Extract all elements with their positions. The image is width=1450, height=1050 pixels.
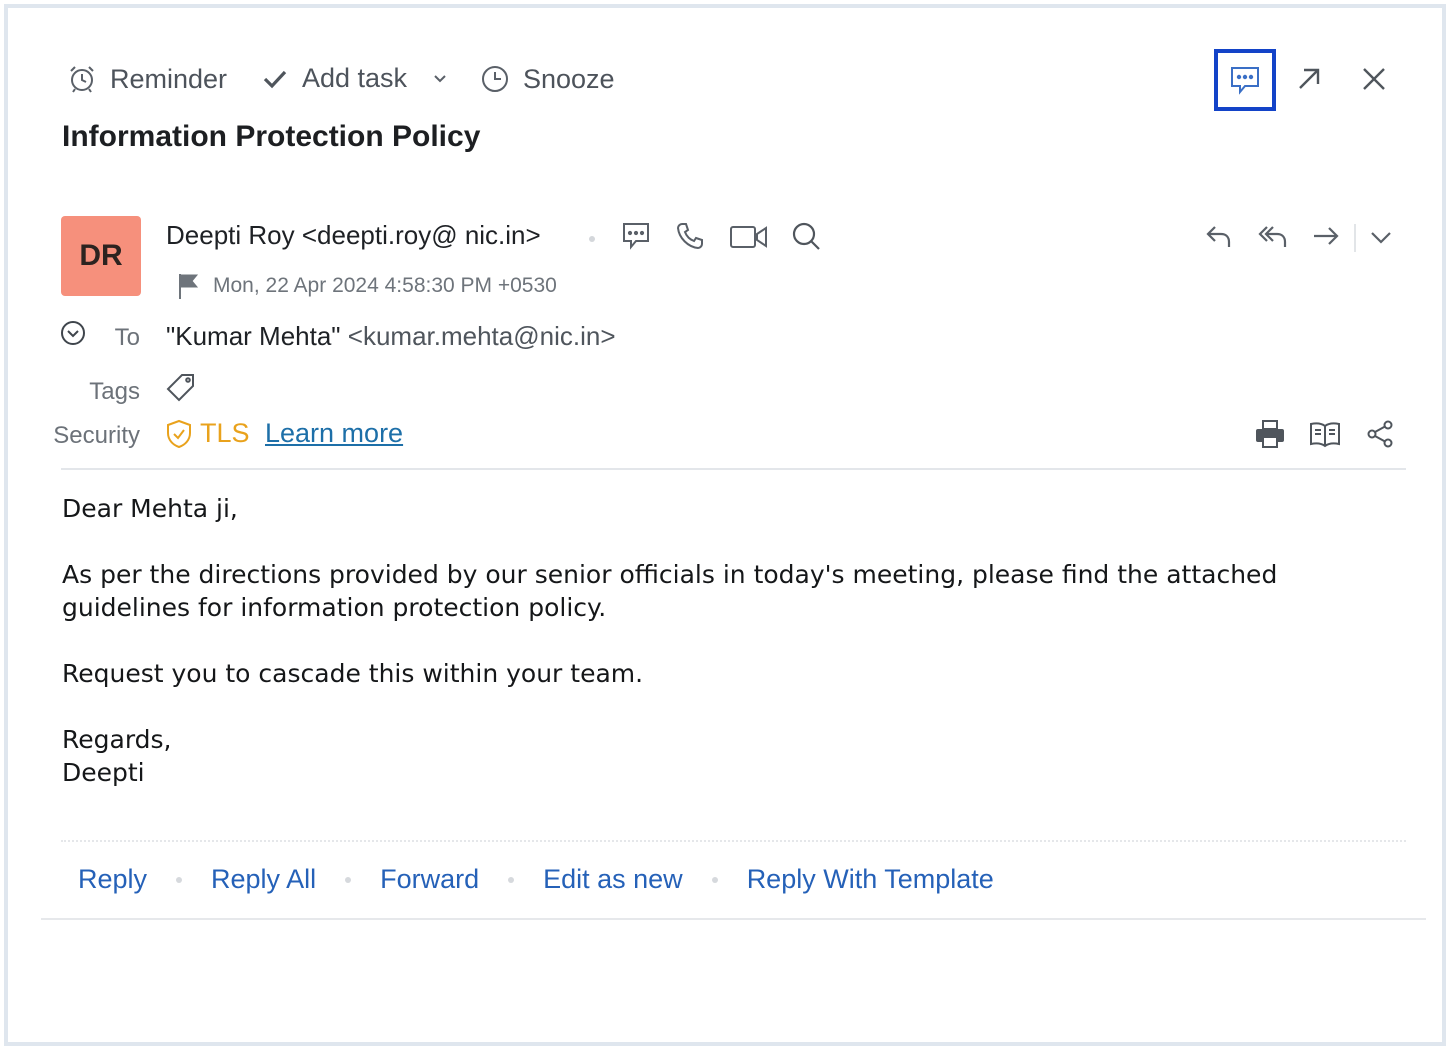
to-recipient[interactable]: "Kumar Mehta" <kumar.mehta@nic.in> (166, 321, 616, 352)
reminder-button[interactable]: Reminder (66, 63, 227, 95)
separator-dot (711, 876, 718, 883)
forward-icon[interactable] (1311, 221, 1341, 251)
reply-all-link[interactable]: Reply All (211, 864, 316, 895)
phone-icon[interactable] (674, 220, 706, 252)
add-task-button[interactable]: Add task (260, 63, 407, 94)
body-paragraph: As per the directions provided by our se… (62, 560, 1278, 622)
sender-name-email[interactable]: Deepti Roy <deepti.roy@ nic.in> (166, 220, 541, 251)
body-paragraph: Request you to cascade this within your … (62, 659, 644, 688)
share-icon[interactable] (1365, 419, 1395, 449)
vertical-divider (1354, 224, 1356, 252)
avatar[interactable]: DR (61, 216, 141, 296)
chat-toggle-button[interactable] (1214, 49, 1276, 111)
open-book-icon[interactable] (1309, 420, 1341, 448)
forward-link[interactable]: Forward (380, 864, 479, 895)
reminder-label: Reminder (110, 63, 228, 94)
email-subject: Information Protection Policy (62, 120, 481, 153)
edit-as-new-link[interactable]: Edit as new (543, 864, 683, 895)
chat-bubble-icon (1228, 63, 1262, 97)
reply-link[interactable]: Reply (78, 864, 147, 895)
recipient-email: <kumar.mehta@nic.in> (347, 321, 616, 351)
reply-icon[interactable] (1204, 221, 1234, 251)
tag-icon[interactable] (165, 372, 197, 404)
to-label: To (114, 324, 140, 351)
snooze-button[interactable]: Snooze (479, 63, 615, 95)
clock-icon (479, 63, 511, 95)
alarm-clock-icon (66, 63, 98, 95)
security-label: Security (53, 422, 140, 449)
close-icon[interactable] (1360, 65, 1388, 93)
separator-dot (345, 876, 352, 883)
footer-divider (41, 918, 1426, 920)
closing: Regards, (62, 725, 172, 754)
greeting: Dear Mehta ji, (62, 494, 238, 523)
search-icon[interactable] (790, 220, 822, 252)
flag-icon[interactable] (176, 272, 200, 300)
arrow-up-right-icon[interactable] (1293, 63, 1325, 95)
header-divider (61, 468, 1406, 470)
reply-with-template-link[interactable]: Reply With Template (747, 864, 994, 895)
add-task-label: Add task (302, 63, 408, 93)
email-viewer-window: Reminder Add task Snooze Information Pro… (4, 4, 1446, 1046)
chat-bubble-icon[interactable] (620, 220, 652, 252)
tls-text: TLS (200, 418, 250, 448)
separator-dot (176, 876, 183, 883)
tags-label: Tags (89, 378, 140, 405)
checkmark-icon (260, 64, 290, 94)
learn-more-link[interactable]: Learn more (265, 418, 403, 449)
footer-actions: Reply Reply All Forward Edit as new Repl… (78, 864, 994, 895)
separator-dot (508, 876, 515, 883)
video-icon[interactable] (729, 222, 769, 252)
security-tls: TLS (166, 418, 250, 449)
body-footer-divider (61, 840, 1406, 842)
shield-check-icon (166, 419, 192, 449)
separator-dot (589, 236, 595, 242)
recipient-name: "Kumar Mehta" (166, 321, 341, 351)
snooze-label: Snooze (523, 63, 615, 94)
email-body: Dear Mehta ji, As per the directions pro… (62, 492, 1402, 789)
expand-details-icon[interactable] (60, 320, 86, 346)
sent-date: Mon, 22 Apr 2024 4:58:30 PM +0530 (213, 274, 557, 297)
reply-all-icon[interactable] (1257, 221, 1289, 251)
printer-icon[interactable] (1254, 418, 1286, 450)
chevron-down-icon[interactable] (432, 72, 448, 86)
chevron-down-icon[interactable] (1369, 228, 1393, 246)
signature: Deepti (62, 758, 145, 787)
